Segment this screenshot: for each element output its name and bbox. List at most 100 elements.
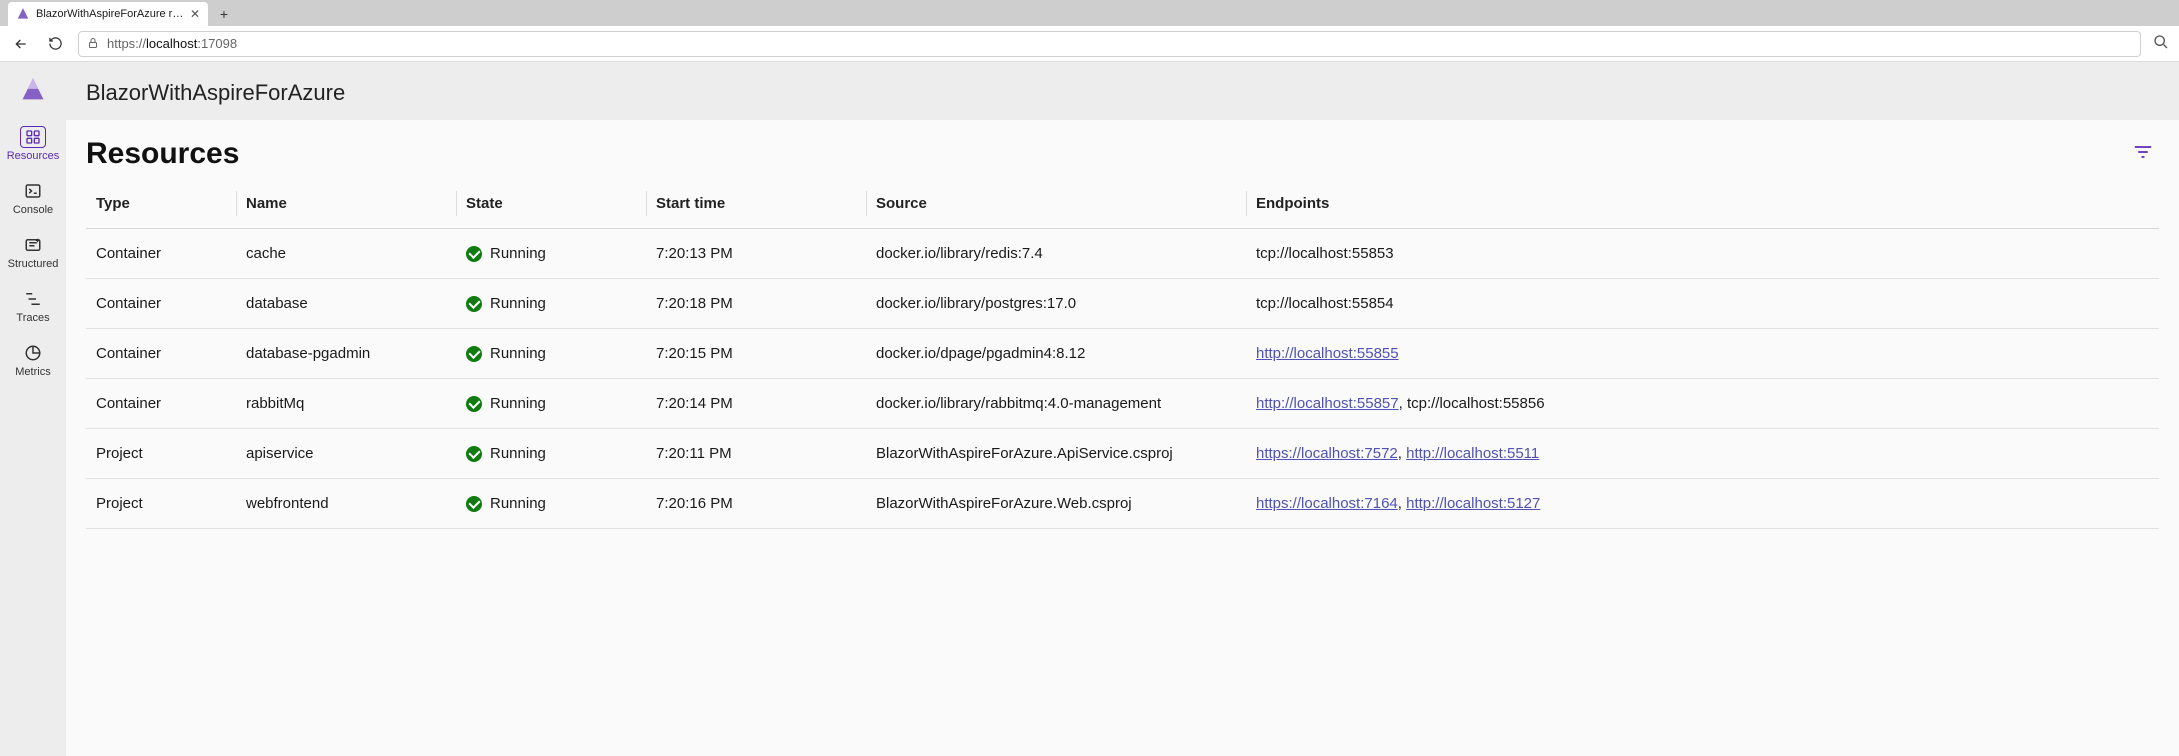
close-icon[interactable]: ✕ [190, 7, 200, 21]
check-circle-icon [466, 496, 482, 512]
list-sparkle-icon [20, 234, 46, 256]
cell-start-time: 7:20:15 PM [646, 329, 866, 379]
check-circle-icon [466, 296, 482, 312]
cell-endpoints: http://localhost:55855 [1246, 329, 2159, 379]
table-row[interactable]: Containerdatabase-pgadmin Running 7:20:15 … [86, 329, 2159, 379]
table-row[interactable]: Projectapiservice Running 7:20:11 PMBlazor… [86, 429, 2159, 479]
cell-state: Running [456, 479, 646, 529]
state-text: Running [490, 495, 546, 512]
browser-tab-strip: BlazorWithAspireForAzure resour… ✕ + [0, 0, 2179, 26]
pie-chart-icon [20, 342, 46, 364]
endpoint-link[interactable]: https://localhost:7572 [1256, 445, 1398, 462]
cell-type: Container [86, 279, 236, 329]
column-header-start[interactable]: Start time [646, 179, 866, 229]
column-header-endpoints[interactable]: Endpoints [1246, 179, 2159, 229]
cell-state: Running [456, 379, 646, 429]
cell-start-time: 7:20:11 PM [646, 429, 866, 479]
cell-name: apiservice [236, 429, 456, 479]
cell-name: database-pgadmin [236, 329, 456, 379]
tab-title: BlazorWithAspireForAzure resour… [36, 8, 184, 20]
table-row[interactable]: ContainerrabbitMqRunning7:20:14 PMdocker… [86, 379, 2159, 429]
grid-icon [20, 126, 46, 148]
page-title: Resources [86, 137, 239, 171]
check-circle-icon [466, 346, 482, 362]
sidebar-item-label: Traces [16, 312, 49, 324]
cell-start-time: 7:20:13 PM [646, 229, 866, 279]
cell-source: docker.io/library/postgres:17.0 [866, 279, 1246, 329]
endpoint-link[interactable]: http://localhost:55855 [1256, 345, 1399, 362]
address-bar[interactable]: https://localhost:17098 [78, 31, 2141, 57]
terminal-icon [20, 180, 46, 202]
sidebar: Resources Console Structured Traces Metr… [0, 62, 66, 756]
browser-toolbar: https://localhost:17098 [0, 26, 2179, 62]
endpoint-text: tcp://localhost:55853 [1256, 245, 1394, 262]
state-text: Running [490, 345, 546, 362]
state-text: Running [490, 395, 546, 412]
table-row[interactable]: Containerdatabase Running 7:20:18 PMdocker… [86, 279, 2159, 329]
cell-source: docker.io/library/rabbitmq:4.0-managemen… [866, 379, 1246, 429]
check-circle-icon [466, 396, 482, 412]
check-circle-icon [466, 446, 482, 462]
cell-name: webfrontend [236, 479, 456, 529]
cell-type: Container [86, 229, 236, 279]
cell-type: Project [86, 429, 236, 479]
cell-endpoints: tcp://localhost:55853 [1246, 229, 2159, 279]
cell-type: Container [86, 379, 236, 429]
endpoint-link[interactable]: http://localhost:5127 [1406, 495, 1540, 512]
sidebar-item-metrics[interactable]: Metrics [3, 336, 63, 384]
endpoint-link[interactable]: http://localhost:5511 [1406, 445, 1539, 462]
search-icon[interactable] [2153, 34, 2169, 53]
column-header-state[interactable]: State [456, 179, 646, 229]
cell-name: database [236, 279, 456, 329]
cell-source: docker.io/library/redis:7.4 [866, 229, 1246, 279]
aspire-favicon [16, 7, 30, 21]
cell-type: Project [86, 479, 236, 529]
lock-icon [87, 36, 99, 52]
sidebar-item-label: Metrics [15, 366, 50, 378]
check-circle-icon [466, 246, 482, 262]
column-header-name[interactable]: Name [236, 179, 456, 229]
url-host: localhost [146, 36, 197, 51]
sidebar-item-structured[interactable]: Structured [3, 228, 63, 276]
endpoint-text: tcp://localhost:55854 [1256, 295, 1394, 312]
endpoint-text: tcp://localhost:55856 [1407, 395, 1545, 412]
cell-type: Container [86, 329, 236, 379]
filter-button[interactable] [2127, 136, 2159, 171]
browser-tab[interactable]: BlazorWithAspireForAzure resour… ✕ [8, 2, 208, 26]
state-text: Running [490, 245, 546, 262]
sidebar-item-traces[interactable]: Traces [3, 282, 63, 330]
cell-endpoints: tcp://localhost:55854 [1246, 279, 2159, 329]
cell-state: Running [456, 229, 646, 279]
state-text: Running [490, 295, 546, 312]
sidebar-item-label: Console [13, 204, 53, 216]
sidebar-item-resources[interactable]: Resources [3, 120, 63, 168]
table-row[interactable]: ContainercacheRunning7:20:13 PMdocker.io… [86, 229, 2159, 279]
cell-state: Running [456, 279, 646, 329]
back-button[interactable] [10, 33, 32, 55]
cell-endpoints: https://localhost:7164, http://localhost… [1246, 479, 2159, 529]
url-scheme: https:// [107, 36, 146, 51]
cell-start-time: 7:20:18 PM [646, 279, 866, 329]
sidebar-item-label: Structured [8, 258, 59, 270]
sidebar-item-console[interactable]: Console [3, 174, 63, 222]
new-tab-button[interactable]: + [212, 2, 236, 26]
cell-source: BlazorWithAspireForAzure.ApiService.cspr… [866, 429, 1246, 479]
cell-source: BlazorWithAspireForAzure.Web.csproj [866, 479, 1246, 529]
table-row[interactable]: Projectwebfrontend Running 7:20:16 PMBlazo… [86, 479, 2159, 529]
endpoint-link[interactable]: http://localhost:55857 [1256, 395, 1399, 412]
cell-name: rabbitMq [236, 379, 456, 429]
app-title: BlazorWithAspireForAzure [66, 62, 2179, 120]
endpoint-link[interactable]: https://localhost:7164 [1256, 495, 1398, 512]
cell-source: docker.io/dpage/pgadmin4:8.12 [866, 329, 1246, 379]
resources-table: Type Name State Start time Source Endpoi… [86, 179, 2159, 529]
column-header-type[interactable]: Type [86, 179, 236, 229]
cell-start-time: 7:20:16 PM [646, 479, 866, 529]
url-port: :17098 [197, 36, 237, 51]
url-text: https://localhost:17098 [107, 36, 237, 51]
cell-state: Running [456, 429, 646, 479]
column-header-source[interactable]: Source [866, 179, 1246, 229]
cell-endpoints: http://localhost:55857, tcp://localhost:… [1246, 379, 2159, 429]
cell-endpoints: https://localhost:7572, http://localhost… [1246, 429, 2159, 479]
state-text: Running [490, 445, 546, 462]
refresh-button[interactable] [44, 33, 66, 55]
